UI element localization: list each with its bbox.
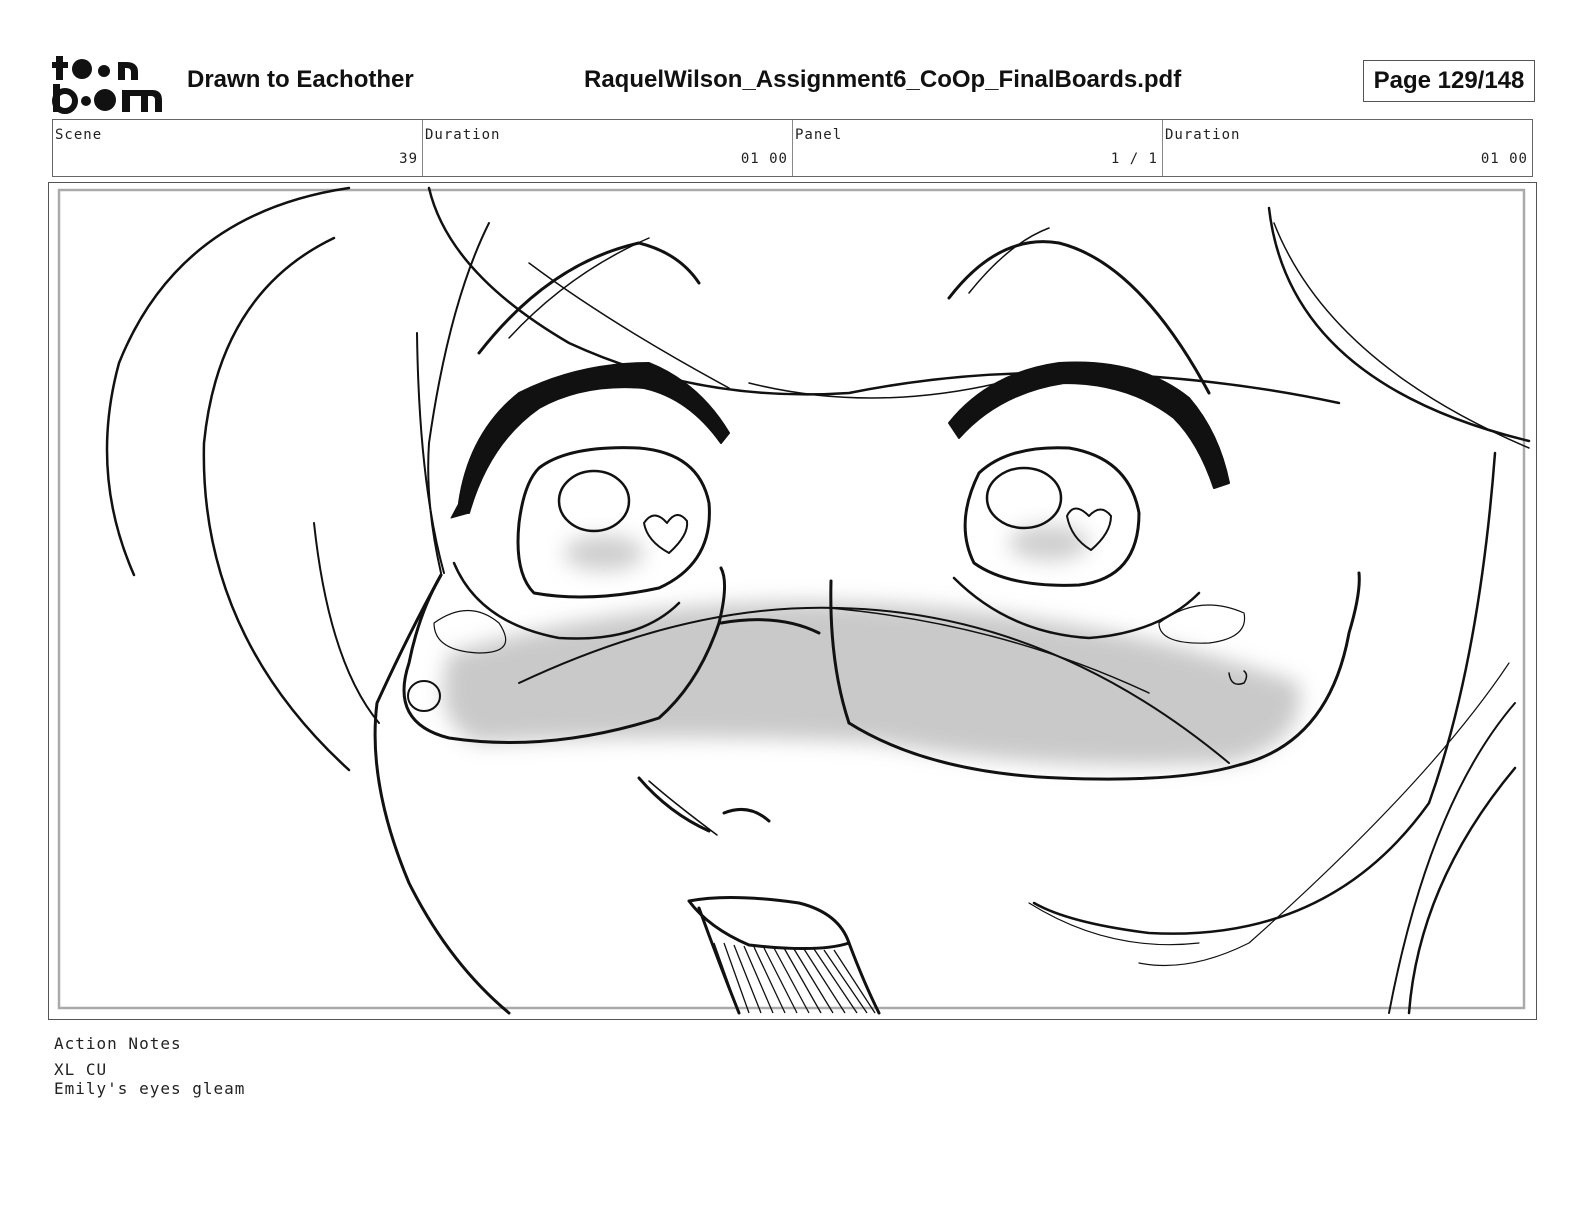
left-lashes — [458, 362, 730, 514]
scene-value: 39 — [399, 151, 418, 167]
scene-duration-value: 01 00 — [740, 151, 788, 167]
right-lashes — [948, 361, 1230, 489]
panel-cell: Panel 1 / 1 — [793, 120, 1163, 176]
mouth-hatching — [713, 942, 876, 1014]
page-indicator: Page 129/148 — [1363, 60, 1535, 102]
panel-sketch — [57, 186, 1531, 1015]
panel-duration-label: Duration — [1165, 127, 1241, 143]
left-eye-outline — [516, 446, 711, 599]
file-name: RaquelWilson_Assignment6_CoOp_FinalBoard… — [584, 66, 1182, 93]
nose-stroke — [637, 776, 711, 833]
hair-strand-left — [313, 522, 380, 724]
right-brow-2 — [968, 227, 1050, 294]
hair-left-outer — [105, 186, 351, 577]
action-note-line: XL CU — [54, 1060, 108, 1079]
nose-stroke-2 — [648, 780, 718, 836]
hair-left-inner — [202, 236, 351, 772]
action-notes-label: Action Notes — [54, 1034, 182, 1053]
storyboard-panel — [48, 182, 1537, 1020]
hair-right-strand — [1388, 702, 1516, 1014]
hair-right-outer — [1267, 206, 1531, 443]
scene-label: Scene — [55, 127, 103, 143]
left-eye-shadow — [564, 535, 644, 571]
mouth-side-right — [847, 941, 881, 1015]
scene-info-table: Scene 39 Duration 01 00 Panel 1 / 1 Dura… — [52, 119, 1533, 177]
toon-boom-logo-icon — [52, 56, 162, 114]
left-cheek-mark — [407, 680, 441, 712]
face-left-outline — [373, 573, 511, 1015]
mouth-outline — [687, 895, 851, 951]
scene-cell: Scene 39 — [53, 120, 423, 176]
right-eye-highlight — [985, 466, 1063, 530]
blush-shading — [443, 601, 1301, 766]
safe-frame — [57, 188, 1526, 1010]
toon-boom-logo: toon boom — [52, 52, 164, 114]
project-title: Drawn to Eachother — [187, 66, 414, 93]
right-eye-shadow — [1009, 525, 1089, 561]
action-note-line: Emily's eyes gleam — [54, 1079, 246, 1098]
hair-right-outer-2 — [1273, 222, 1530, 449]
left-eye-highlight — [557, 469, 631, 533]
hair-top-arc — [427, 186, 1341, 405]
face-left-inner — [416, 332, 445, 574]
panel-duration-value: 01 00 — [1480, 151, 1528, 167]
right-cheek-swirl — [1158, 604, 1246, 644]
hair-right-strand-2 — [1407, 766, 1517, 1015]
left-brow-2 — [508, 237, 650, 339]
nose-stroke-3 — [722, 807, 771, 823]
left-brow — [477, 241, 701, 355]
scene-duration-label: Duration — [425, 127, 501, 143]
scene-duration-cell: Duration 01 00 — [423, 120, 793, 176]
hair-top-arc-2 — [748, 382, 1000, 399]
left-eye-heart — [643, 514, 689, 554]
panel-label: Panel — [795, 127, 843, 143]
panel-duration-cell: Duration 01 00 — [1163, 120, 1532, 176]
cheek-line-right — [1028, 902, 1200, 946]
panel-value: 1 / 1 — [1110, 151, 1158, 167]
